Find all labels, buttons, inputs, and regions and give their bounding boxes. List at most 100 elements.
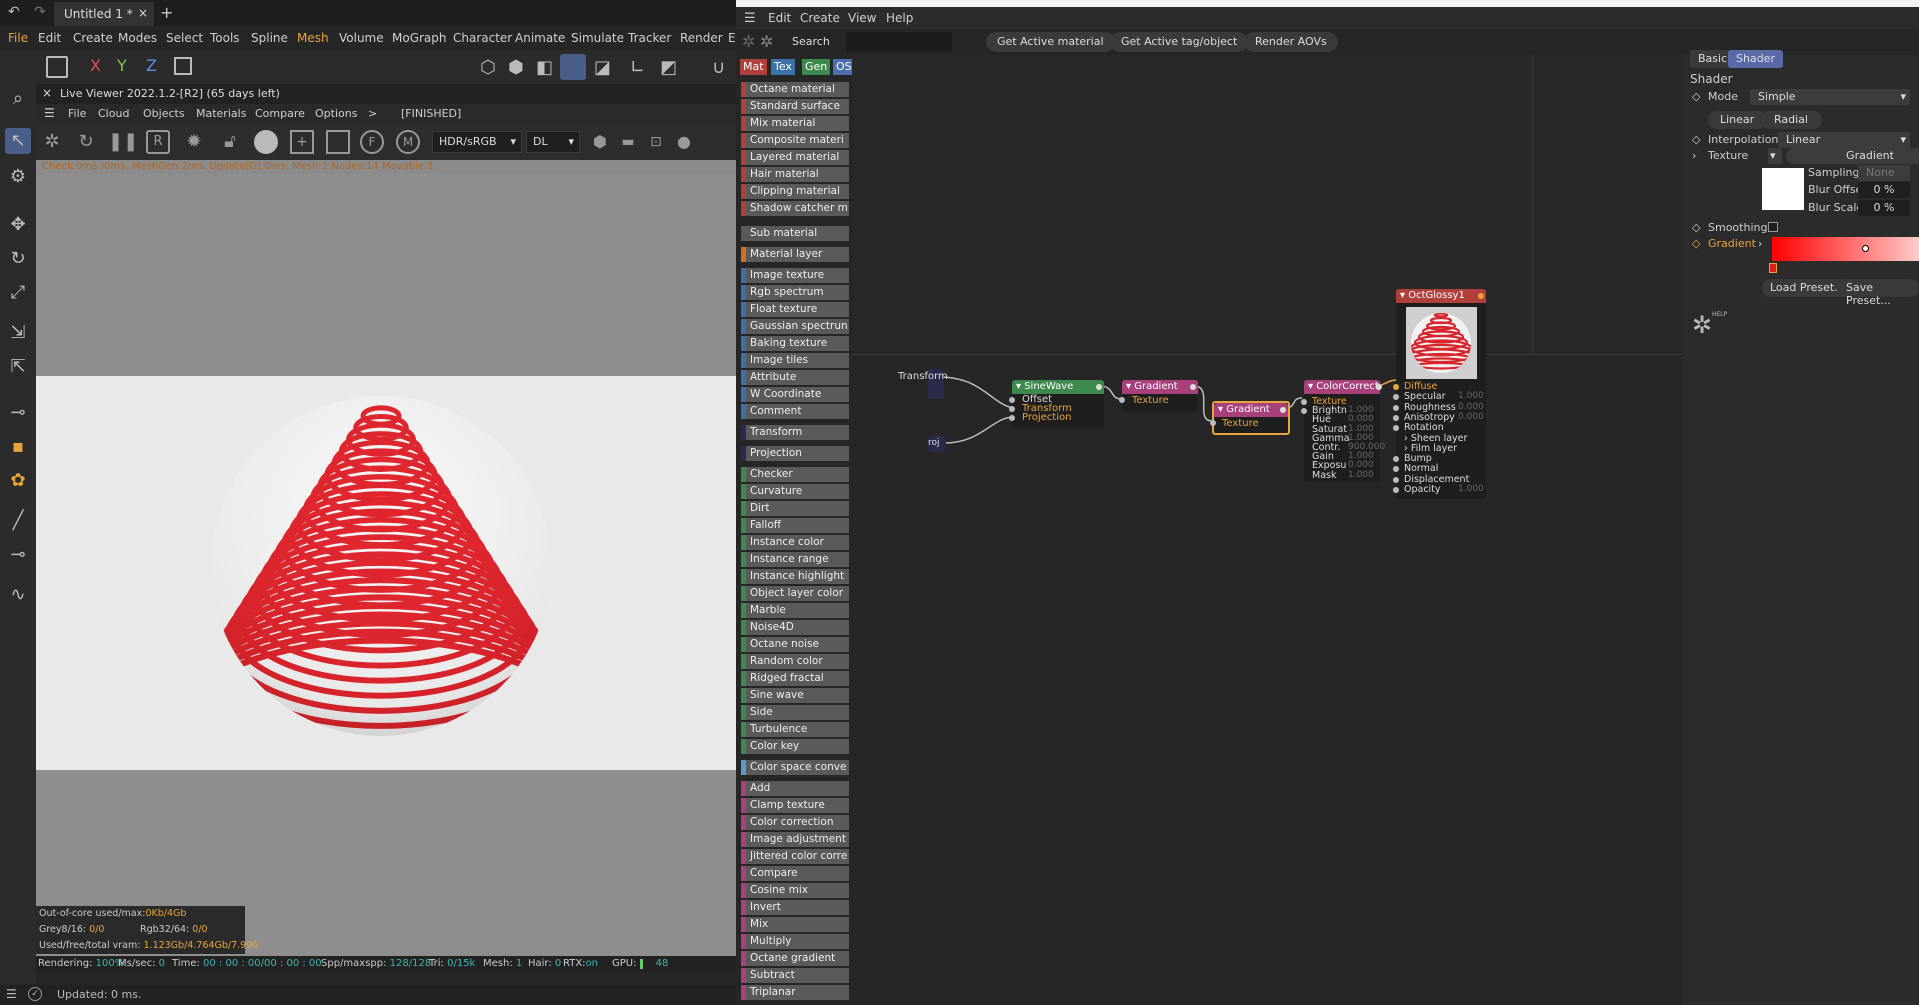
paint-tool-icon[interactable]: ▪ — [5, 434, 31, 460]
menu-animate[interactable]: Animate — [515, 31, 565, 45]
node-palette-item[interactable]: Transform — [741, 425, 849, 440]
node-palette-item[interactable]: Turbulence — [741, 722, 849, 737]
gear-tools-icon[interactable]: ⚙ — [5, 164, 31, 190]
menu-simulate[interactable]: Simulate — [571, 31, 624, 45]
transfer-tool-icon[interactable]: ⇲ — [5, 320, 31, 346]
gradient-node-1-header[interactable]: ▾ Gradient — [1122, 380, 1198, 394]
points-mode-icon[interactable]: ⬡ — [480, 57, 496, 78]
colorcorrection-node[interactable]: ▾ ColorCorrectio TextureBrightn1.000Hue0… — [1301, 380, 1385, 482]
kernel-select[interactable]: DL ▾ — [526, 131, 580, 153]
gradient-node-1[interactable]: ▾ Gradient Texture — [1119, 380, 1198, 412]
lock-icon[interactable]: 🔓︎ — [218, 130, 242, 154]
node-palette-item[interactable]: Baking texture — [741, 336, 849, 351]
node-palette-item[interactable]: Image tiles — [741, 353, 849, 368]
node-palette-item[interactable]: Mix material — [741, 116, 849, 131]
window-icon[interactable] — [46, 56, 68, 78]
pause-icon[interactable]: ❚❚ — [108, 130, 138, 154]
node-palette-item[interactable]: Ridged fractal — [741, 671, 849, 686]
coordinate-system-icon[interactable] — [174, 57, 192, 75]
menu-volume[interactable]: Volume — [339, 31, 384, 45]
octane-logo-icon[interactable]: ✲ — [40, 130, 64, 154]
node-palette-item[interactable]: Float texture — [741, 302, 849, 317]
camera-icon[interactable]: ⊡ — [644, 130, 668, 154]
lv-menu-compare[interactable]: Compare — [255, 107, 305, 120]
edges-mode-icon[interactable]: ⬢ — [508, 57, 524, 78]
magnet-icon[interactable]: ∪ — [712, 57, 725, 78]
lv-menu-file[interactable]: File — [68, 107, 86, 120]
model-mode-button[interactable] — [560, 54, 586, 80]
save-preset-button[interactable]: Save Preset... — [1838, 279, 1919, 307]
sculpt-tool-icon[interactable]: ✿ — [5, 468, 31, 494]
brush-tool-icon[interactable]: ╱ — [5, 508, 31, 534]
node-palette-item[interactable]: Dirt — [741, 501, 849, 516]
node-palette-item[interactable]: Subtract — [741, 968, 849, 983]
menu-character[interactable]: Character — [453, 31, 512, 45]
sinewave-node-header[interactable]: ▾ SineWave — [1012, 380, 1104, 394]
node-palette-item[interactable]: Curvature — [741, 484, 849, 499]
og-input-port[interactable] — [1393, 456, 1399, 463]
octane-alt-icon[interactable]: ✲ — [760, 32, 773, 51]
projection-port[interactable] — [1009, 415, 1015, 421]
octane-icon[interactable]: ✲ — [742, 32, 755, 51]
knife-tool-icon[interactable]: ⊸ — [5, 542, 31, 568]
gradient-start-knot[interactable] — [1769, 263, 1777, 273]
circle-icon[interactable]: ● — [672, 130, 696, 154]
og-input-port[interactable] — [1393, 404, 1399, 411]
node-palette-item[interactable]: Image adjustment — [741, 832, 849, 847]
keyframe-diamond-icon[interactable]: ◇ — [1692, 90, 1700, 103]
hexagon-icon[interactable]: ⬢ — [588, 130, 612, 154]
node-palette-item[interactable]: Material layer — [741, 247, 849, 262]
new-tab-icon[interactable]: + — [160, 3, 173, 22]
node-palette-item[interactable]: Instance highlight — [741, 569, 849, 584]
texture-menu-button[interactable]: ▾ — [1768, 148, 1782, 164]
scale-tool-icon[interactable]: ⤢ — [5, 280, 31, 306]
menu-modes[interactable]: Modes — [118, 31, 157, 45]
octglossy-output-port[interactable] — [1478, 293, 1484, 299]
blur-offset-field[interactable]: 0 % — [1858, 182, 1910, 198]
node-palette-item[interactable]: Sine wave — [741, 688, 849, 703]
node-palette-item[interactable]: Attribute — [741, 370, 849, 385]
interpolation-select[interactable]: Linear ▾ — [1778, 132, 1910, 148]
lv-menu-materials[interactable]: Materials — [196, 107, 246, 120]
blur-scale-field[interactable]: 0 % — [1858, 200, 1910, 216]
node-palette-item[interactable]: Image texture — [741, 268, 849, 283]
render-view[interactable] — [36, 174, 736, 964]
menu-tools[interactable]: Tools — [210, 31, 240, 45]
smoothing-checkbox[interactable] — [1768, 222, 1778, 232]
octglossy-node-header[interactable]: ▾ OctGlossy1 — [1396, 289, 1486, 303]
og-input-port[interactable] — [1393, 487, 1399, 493]
node-palette-item[interactable]: Instance color — [741, 535, 849, 550]
og-input-port[interactable] — [1393, 394, 1399, 401]
menu-create[interactable]: Create — [73, 31, 113, 45]
expand-chevron-icon[interactable]: › — [1758, 237, 1762, 250]
node-palette-item[interactable]: Projection — [741, 446, 849, 461]
settings-gear-icon[interactable]: ✹ — [182, 130, 206, 154]
menu-file[interactable]: File — [8, 31, 28, 45]
lasso-tool-icon[interactable]: ⊸ — [5, 400, 31, 426]
transform-port[interactable] — [1009, 406, 1015, 412]
colorcorrection-node-header[interactable]: ▾ ColorCorrectio — [1304, 380, 1380, 394]
node-palette-item[interactable]: Side — [741, 705, 849, 720]
lv-menu-objects[interactable]: Objects — [143, 107, 185, 120]
material-picker-icon[interactable]: M — [396, 130, 420, 154]
select-tool-icon[interactable]: ↖ — [5, 128, 31, 154]
close-icon[interactable]: × — [42, 86, 52, 100]
keyframe-diamond-icon[interactable]: ◇ — [1692, 221, 1700, 234]
ne-menu-help[interactable]: Help — [886, 11, 913, 25]
focus-picker-icon[interactable]: F — [360, 130, 384, 154]
gradient-1-output-port[interactable] — [1190, 384, 1196, 390]
color-space-select[interactable]: HDR/sRGB ▾ — [432, 131, 522, 153]
close-icon[interactable]: × — [138, 6, 148, 20]
render-aovs-button[interactable]: Render AOVs — [1244, 32, 1338, 52]
gradient-node-2[interactable]: ▾ Gradient Texture — [1210, 401, 1290, 435]
node-palette-item[interactable]: Color key — [741, 739, 849, 754]
node-palette-item[interactable]: Comment — [741, 404, 849, 419]
add-region-icon[interactable]: + — [290, 130, 314, 154]
spline-tool-icon[interactable]: ∿ — [5, 582, 31, 608]
node-palette-item[interactable]: Color correction — [741, 815, 849, 830]
node-palette-item[interactable]: Noise4D — [741, 620, 849, 635]
sinewave-output-port[interactable] — [1096, 384, 1102, 390]
gradient-1-texture-port[interactable] — [1119, 397, 1125, 403]
category-tab-gen[interactable]: Gen — [802, 59, 831, 75]
menu-render[interactable]: Render — [680, 31, 723, 45]
